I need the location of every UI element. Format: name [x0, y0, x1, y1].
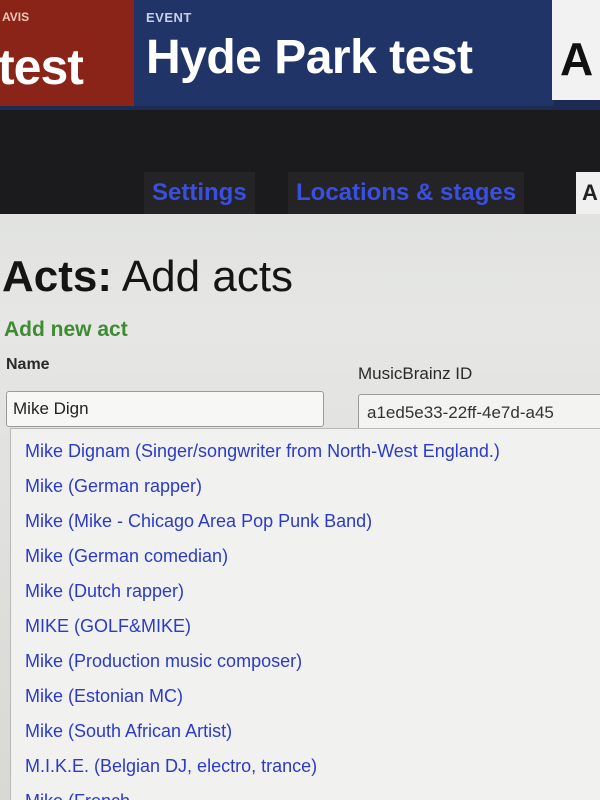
tab-next-partial[interactable]: A: [576, 172, 600, 214]
breadcrumb-previous-label: AVIS: [2, 10, 30, 24]
autocomplete-item[interactable]: Mike Dignam (Singer/songwriter from Nort…: [25, 441, 500, 462]
autocomplete-item[interactable]: Mike (German comedian): [25, 546, 228, 567]
autocomplete-item[interactable]: Mike (Dutch rapper): [25, 581, 184, 602]
tab-locations-stages[interactable]: Locations & stages: [288, 172, 525, 214]
autocomplete-dropdown: Mike Dignam (Singer/songwriter from Nort…: [10, 428, 600, 800]
page: AVIS test EVENT Hyde Park test A Setting…: [0, 0, 600, 800]
sub-navigation: Settings Locations & stages A: [0, 110, 600, 214]
section-heading: Add new act: [4, 318, 128, 341]
breadcrumb-previous-title: test: [0, 39, 84, 95]
autocomplete-item[interactable]: Mike (Production music composer): [25, 651, 302, 672]
event-title: Hyde Park test: [146, 31, 473, 84]
page-title-rest: Add acts: [112, 252, 294, 301]
name-input[interactable]: [6, 391, 324, 427]
breadcrumb-event-label: EVENT: [146, 10, 192, 25]
top-header: AVIS test EVENT Hyde Park test A: [0, 0, 600, 110]
autocomplete-item[interactable]: Mike (Estonian MC): [25, 686, 183, 707]
breadcrumb-previous[interactable]: AVIS test: [0, 0, 134, 106]
musicbrainz-id-input[interactable]: [358, 394, 600, 432]
breadcrumb-event[interactable]: EVENT Hyde Park test: [134, 0, 554, 106]
breadcrumb-next-title: A: [560, 33, 594, 85]
breadcrumb-next[interactable]: A: [552, 0, 600, 100]
main-content: Acts: Add acts Add new act Name MusicBra…: [0, 214, 600, 800]
musicbrainz-id-label: MusicBrainz ID: [358, 364, 473, 383]
autocomplete-item[interactable]: Mike (German rapper): [25, 476, 202, 497]
autocomplete-item[interactable]: Mike (Mike - Chicago Area Pop Punk Band): [25, 511, 372, 532]
autocomplete-item[interactable]: MIKE (GOLF&MIKE): [25, 616, 191, 637]
page-title: Acts: Add acts: [2, 252, 293, 302]
autocomplete-item[interactable]: Mike (South African Artist): [25, 721, 232, 742]
tab-settings[interactable]: Settings: [144, 172, 255, 214]
name-label: Name: [6, 356, 50, 373]
autocomplete-item[interactable]: M.I.K.E. (Belgian DJ, electro, trance): [25, 756, 317, 777]
page-title-bold: Acts:: [2, 252, 113, 301]
autocomplete-item[interactable]: Mike (French: [25, 791, 130, 800]
